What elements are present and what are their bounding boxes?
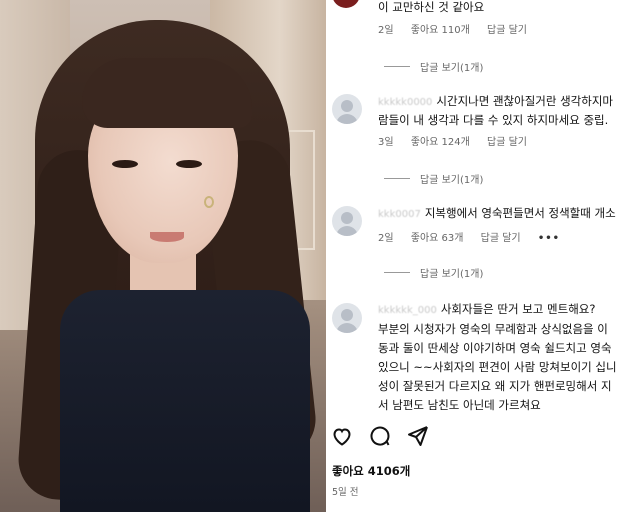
comment-likes[interactable]: 좋아요 110개	[411, 25, 470, 36]
view-replies-button[interactable]: 답글 보기(1개)	[384, 265, 483, 280]
more-options-icon[interactable]: •••	[538, 233, 560, 244]
comment-username[interactable]: kkkkkk_000	[378, 305, 437, 316]
photo-eye-left	[112, 160, 138, 168]
comment-meta: 3일 좋아요 124개 답글 달기	[378, 137, 541, 149]
comment-avatar[interactable]	[332, 94, 362, 124]
comment-line: 있으니 ~~사회자의 편견이 사람 망쳐보이기 십니	[378, 360, 617, 374]
comment-age: 3일	[378, 137, 394, 148]
view-replies-label: 답글 보기(1개)	[420, 175, 484, 186]
photo-bangs	[82, 58, 252, 128]
post-action-bar	[330, 424, 430, 448]
comment-meta: 2일 좋아요 63개 답글 달기 •••	[378, 233, 574, 245]
view-replies-label: 답글 보기(1개)	[420, 63, 484, 74]
comment-likes[interactable]: 좋아요 63개	[411, 233, 464, 244]
comment-line: 서 남편도 남친도 아닌데 가르쳐요	[378, 398, 541, 412]
comment-reply-button[interactable]: 답글 달기	[487, 137, 527, 148]
comment-line: 지복행에서 영숙편들면서 정색할때 개소	[424, 206, 616, 220]
share-icon[interactable]	[406, 424, 430, 448]
comment-line: 람들이 내 생각과 다를 수 있지 하지마세요 중립.	[378, 113, 609, 127]
comment-username[interactable]: kkk0007	[378, 209, 421, 220]
post-likes-count[interactable]: 좋아요 4106개	[332, 463, 410, 479]
comment-line: 부분의 시청자가 영숙의 무례함과 상식없음을 이	[378, 322, 608, 336]
comment-text: 이 교만하신 것 같아요	[378, 0, 485, 14]
photo-earring	[204, 196, 214, 208]
comment-avatar[interactable]	[332, 303, 362, 333]
photo-eye-right	[176, 160, 202, 168]
comment-reply-button[interactable]: 답글 달기	[487, 25, 527, 36]
heart-icon[interactable]	[330, 424, 354, 448]
comment-text: kkkkkk_000 사회자들은 딴거 보고 멘트해요?	[378, 302, 595, 318]
comment-meta: 2일 좋아요 110개 답글 달기	[378, 25, 541, 37]
comment-text: kkkkk0000 시간지나면 괜찮아질거란 생각하지마	[378, 94, 613, 110]
comment-text: kkk0007 지복행에서 영숙편들면서 정색할때 개소	[378, 206, 616, 222]
comment-avatar[interactable]	[332, 206, 362, 236]
comment-age: 2일	[378, 233, 394, 244]
post-date: 5일 전	[332, 487, 359, 498]
comment-icon[interactable]	[368, 424, 392, 448]
view-replies-button[interactable]: 답글 보기(1개)	[384, 171, 483, 186]
comment-username[interactable]: kkkkk0000	[378, 97, 432, 108]
photo-lips	[150, 232, 184, 242]
comment-age: 2일	[378, 25, 394, 36]
comment-reply-button[interactable]: 답글 달기	[481, 233, 521, 244]
comment-likes[interactable]: 좋아요 124개	[411, 137, 470, 148]
view-replies-label: 답글 보기(1개)	[420, 269, 484, 280]
view-replies-button[interactable]: 답글 보기(1개)	[384, 59, 483, 74]
comment-line: 성이 잘못된거 다르지요 왜 지가 핸펀로밍해서 지	[378, 379, 612, 393]
comment-line: 동과 둘이 딴세상 이야기하며 영숙 쉴드치고 영숙	[378, 341, 612, 355]
post-photo	[0, 0, 326, 512]
comment-line: 시간지나면 괜찮아질거란 생각하지마	[436, 94, 613, 108]
comment-line: 사회자들은 딴거 보고 멘트해요?	[440, 302, 596, 316]
photo-clothing	[60, 290, 310, 512]
